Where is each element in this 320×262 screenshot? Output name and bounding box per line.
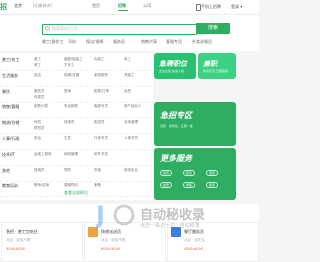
promo-subtitle: 企业急招 快速入职 (159, 69, 184, 73)
job-title: 餐厅服务员 (184, 229, 204, 234)
category-job-link[interactable]: 后厨 (124, 89, 131, 94)
promo-title: 兼职 (203, 60, 217, 68)
promo-title: 更多服务 (160, 154, 192, 163)
promo-subtitle: 时间灵活 日结薪资 (203, 69, 228, 73)
category-name[interactable]: 物流/仓储 (2, 120, 19, 126)
category-job-link[interactable]: 软件开发 (94, 152, 108, 157)
category-name[interactable]: 销售/客服 (2, 104, 19, 110)
hot-word[interactable]: 客服专员 (166, 39, 182, 45)
job-meta: 北京 · 经验不限 (6, 238, 31, 242)
category-name[interactable]: 普工/技工 (2, 57, 19, 63)
job-title: 急招 · 普工包吃住 (6, 229, 38, 234)
nav-tab-home[interactable]: 首页 (92, 3, 100, 9)
job-card[interactable]: 急招 · 普工包吃住 北京 · 经验不限 5000-8000 (1, 222, 83, 262)
category-job-link[interactable]: 人事专员 (124, 136, 138, 141)
hot-word[interactable]: 外卖送餐员 (192, 39, 212, 45)
nav-tab-company[interactable]: 公司 (143, 3, 151, 9)
hot-word[interactable]: 保洁/保姆 (86, 39, 103, 45)
category-job-link[interactable]: 包装工 (94, 57, 105, 62)
category-job-link[interactable]: 客服专员 (94, 104, 108, 109)
view-all-link[interactable]: 查看全部职位 (64, 190, 88, 196)
category-job-link[interactable]: 配菜/打荷 (94, 89, 109, 94)
category-job-link[interactable]: 焊工 (34, 63, 41, 68)
category-job-link[interactable]: 电话销售 (64, 104, 78, 109)
active-tab-indicator (118, 10, 128, 11)
job-meta: 北京 · 经验不限 (101, 238, 126, 242)
site-logo[interactable]: 招 (0, 2, 7, 12)
category-job-link[interactable]: 保姆/月嫂 (64, 73, 79, 78)
category-job-link[interactable]: 销售代表 (34, 104, 48, 109)
service-button[interactable]: 求职 (183, 182, 196, 188)
category-job-link[interactable]: 运维工程师 (34, 152, 52, 157)
search-icon (45, 26, 50, 31)
watermark-slogan: 点击一来访一次 · 自动收录 (140, 223, 200, 229)
promo-title: 急聘职位 (159, 60, 187, 68)
search-placeholder: 搜索职位/公司 (52, 26, 78, 31)
category-job-link[interactable]: 文员 (64, 136, 71, 141)
category-job-link[interactable]: 课程顾问 (64, 183, 78, 188)
watermark-logo-icon: J (96, 201, 135, 229)
job-salary: 6000-9000 (101, 247, 121, 251)
job-salary: 4000-6000 (184, 247, 204, 251)
job-meta: 北京 · 包吃住 (184, 238, 205, 242)
category-job-link[interactable]: 司机 (34, 120, 41, 125)
promo-card-urgent[interactable]: 急聘职位 企业急招 快速入职 (154, 53, 196, 79)
watermark-brand: 自动秘收录 (140, 208, 206, 223)
category-job-link[interactable]: 理货员 (34, 126, 45, 131)
hot-word[interactable]: 司机 (68, 39, 76, 45)
category-job-link[interactable]: 电工 (124, 57, 131, 62)
city-name: 北京 (14, 3, 22, 8)
service-button[interactable]: 招聘 (160, 182, 173, 188)
category-job-link[interactable]: 教师/讲师 (34, 183, 49, 188)
mobile-app-link[interactable]: 手机上招聘 (201, 4, 221, 10)
nav-tab-jobs[interactable]: 招聘 (118, 3, 126, 9)
category-job-link[interactable]: 安保 (94, 168, 101, 173)
category-job-link[interactable]: 前台 (34, 136, 41, 141)
category-name[interactable]: 其他 (2, 168, 10, 174)
category-name[interactable]: 技术/IT (2, 152, 15, 158)
promo-card-hiring[interactable]: 急招专区 高薪 · 包吃住 · 五险一金 (154, 102, 236, 146)
job-title: 快递派送员 (101, 229, 121, 234)
search-button[interactable]: 搜索 (196, 23, 230, 34)
category-job-link[interactable]: 叉车工 (64, 63, 75, 68)
category-job-link[interactable]: 服务员 (34, 89, 45, 94)
service-button[interactable]: 更多 (206, 182, 219, 188)
category-job-link[interactable]: 保洁 (34, 73, 41, 78)
category-name[interactable]: 教育培训 (2, 183, 18, 189)
category-name[interactable]: 人事/行政 (2, 136, 19, 142)
category-job-link[interactable]: 快递员 (64, 120, 75, 125)
category-name[interactable]: 餐饮 (2, 89, 10, 95)
category-job-link[interactable]: 家政服务 (94, 73, 108, 78)
service-button[interactable]: 职位 (183, 170, 196, 176)
category-job-link[interactable]: 装配/组装工 (64, 57, 83, 62)
service-button[interactable]: 简历 (160, 170, 173, 176)
promo-title: 急招专区 (160, 111, 192, 120)
svg-text:J: J (96, 201, 105, 229)
category-job-link[interactable]: 保安队长 (124, 168, 138, 173)
category-job-link[interactable]: 传菜员 (34, 95, 45, 100)
hot-word[interactable]: 销售代表 (141, 39, 157, 45)
login-link[interactable]: 登录 ▾ (231, 4, 242, 10)
promo-card-services[interactable]: 更多服务 简历 职位 培训 招聘 求职 更多 (154, 148, 236, 200)
category-job-link[interactable]: 厨师 (64, 89, 71, 94)
hot-word[interactable]: 服务员 (113, 39, 125, 45)
job-salary: 5000-8000 (6, 247, 26, 251)
category-job-link[interactable]: 房产经纪人 (124, 104, 142, 109)
category-job-link[interactable]: 仓库管理 (124, 120, 138, 125)
switch-city-link[interactable]: [切换城市] (33, 3, 52, 9)
category-job-link[interactable]: 网络管理 (64, 152, 78, 157)
hot-word[interactable]: 普工/操作工 (42, 39, 63, 45)
category-job-link[interactable]: 洗碗工 (124, 73, 135, 78)
category-job-link[interactable]: 配送员 (94, 120, 105, 125)
category-job-link[interactable]: 促销员 (34, 168, 45, 173)
service-button[interactable]: 培训 (206, 170, 219, 176)
category-job-link[interactable]: 行政专员 (94, 136, 108, 141)
category-job-link[interactable]: 导购 (64, 168, 71, 173)
category-job-link[interactable]: 普工 (34, 57, 41, 62)
promo-subtitle: 高薪 · 包吃住 · 五险一金 (160, 124, 193, 128)
promo-card-parttime[interactable]: 兼职 时间灵活 日结薪资 (198, 53, 236, 79)
category-job-link[interactable]: 家教 (94, 183, 101, 188)
category-name[interactable]: 生活服务 (2, 73, 18, 79)
